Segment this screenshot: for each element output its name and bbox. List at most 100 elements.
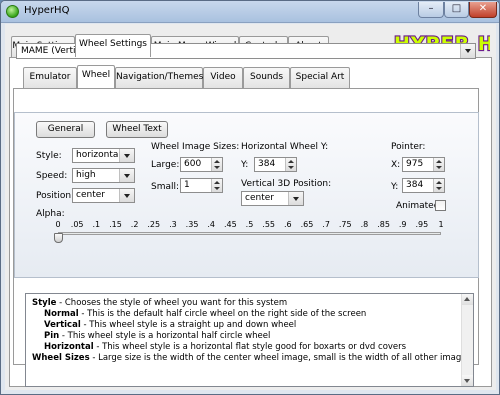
alpha-tick-label: .2 xyxy=(130,220,139,229)
speed-label: Speed: xyxy=(36,171,68,181)
close-button[interactable]: ✕ xyxy=(469,2,497,18)
pointer-y-stepper[interactable]: 384 xyxy=(402,178,445,193)
help-horizontal-desc: - This wheel style is a horizontal flat … xyxy=(93,342,407,352)
hyperhq-window: HyperHQ – □ ✕ Main Settings Wheel Settin… xyxy=(0,0,500,395)
tab-emulator[interactable]: Emulator xyxy=(23,67,77,88)
chevron-down-icon[interactable] xyxy=(119,189,134,202)
help-normal-desc: - This is the default half circle wheel … xyxy=(78,309,367,319)
small-size-value: 1 xyxy=(184,180,190,190)
alpha-tick-label: .15 xyxy=(109,220,122,229)
tab-wheel-settings[interactable]: Wheel Settings xyxy=(75,34,151,57)
alpha-tick-label: .65 xyxy=(300,220,314,229)
title-bar[interactable]: HyperHQ – □ ✕ xyxy=(1,1,499,23)
chevron-down-icon[interactable] xyxy=(460,44,475,58)
window-title: HyperHQ xyxy=(24,5,70,16)
stepper-arrows-icon[interactable] xyxy=(211,158,222,171)
help-pin-desc: - This wheel style is a horizontal half … xyxy=(59,331,271,341)
help-horizontal-title: Horizontal xyxy=(44,342,94,352)
pointer-y-label: Y: xyxy=(391,182,399,192)
position-label: Position: xyxy=(36,191,75,201)
tab-special-art[interactable]: Special Art xyxy=(290,67,350,88)
vertical-3d-position-select[interactable]: center xyxy=(241,191,304,206)
alpha-tick-label: .05 xyxy=(70,220,84,229)
animated-label: Animated xyxy=(396,201,440,211)
alpha-label: Alpha: xyxy=(36,209,65,219)
pointer-label: Pointer: xyxy=(391,142,426,152)
help-wheel-sizes-title: Wheel Sizes xyxy=(32,353,90,363)
pointer-y-value: 384 xyxy=(406,180,424,190)
stepper-arrows-icon[interactable] xyxy=(433,158,444,171)
alpha-tick-label: .3 xyxy=(169,220,177,229)
vertical-3d-position-label: Vertical 3D Position: xyxy=(241,179,332,189)
style-label: Style: xyxy=(36,151,62,161)
tab-navigation-themes[interactable]: Navigation/Themes xyxy=(115,67,203,88)
help-text-box: Style - Chooses the style of wheel you w… xyxy=(25,293,474,387)
scroll-down-icon[interactable] xyxy=(462,375,473,386)
help-line-wheel-sizes: Wheel Sizes - Large size is the width of… xyxy=(32,353,474,363)
help-line-normal: Normal - This is the default half circle… xyxy=(44,309,366,319)
alpha-slider-thumb[interactable] xyxy=(54,233,63,243)
chevron-down-icon[interactable] xyxy=(119,169,134,182)
horizontal-wheel-y-stepper[interactable]: 384 xyxy=(254,157,297,172)
position-select[interactable]: center xyxy=(72,188,135,203)
stepper-arrows-icon[interactable] xyxy=(285,158,296,171)
horizontal-wheel-y-label: Horizontal Wheel Y: xyxy=(241,142,329,152)
general-button[interactable]: General xyxy=(36,121,95,138)
alpha-tick-label: .45 xyxy=(223,220,237,229)
style-select-value: horizontal xyxy=(76,150,121,160)
scroll-up-icon[interactable] xyxy=(462,294,473,305)
help-normal-title: Normal xyxy=(44,309,79,319)
alpha-tick-label: .75 xyxy=(338,220,352,229)
help-line-vertical: Vertical - This wheel style is a straigh… xyxy=(44,320,296,330)
help-line-pin: Pin - This wheel style is a horizontal h… xyxy=(44,331,270,341)
stepper-arrows-icon[interactable] xyxy=(211,179,222,192)
help-style-desc: - Chooses the style of wheel you want fo… xyxy=(56,298,288,308)
horizontal-wheel-y-value: 384 xyxy=(258,159,276,169)
pointer-x-value: 975 xyxy=(406,159,424,169)
position-select-value: center xyxy=(76,190,105,200)
animated-checkbox[interactable] xyxy=(435,200,446,211)
alpha-tick-label: .95 xyxy=(415,220,429,229)
pointer-x-stepper[interactable]: 975 xyxy=(402,157,445,172)
help-wheel-sizes-desc: - Large size is the width of the center … xyxy=(89,353,474,363)
style-select[interactable]: horizontal xyxy=(72,148,135,163)
stepper-arrows-icon[interactable] xyxy=(433,179,444,192)
alpha-tick-label: .6 xyxy=(283,220,292,229)
alpha-tick-label: 1 xyxy=(438,220,444,229)
alpha-tick-label: .8 xyxy=(360,220,369,229)
tab-sounds[interactable]: Sounds xyxy=(243,67,290,88)
app-icon xyxy=(6,5,19,18)
alpha-tick-label: .1 xyxy=(92,220,101,229)
pointer-x-label: X: xyxy=(391,160,401,170)
wheel-image-sizes-label: Wheel Image Sizes: xyxy=(151,142,240,152)
help-style-title: Style xyxy=(32,298,57,308)
large-size-value: 600 xyxy=(184,159,202,169)
help-vertical-title: Vertical xyxy=(44,320,81,330)
alpha-tick-label: .5 xyxy=(245,220,254,229)
alpha-tick-label: .35 xyxy=(185,220,199,229)
wheel-text-button[interactable]: Wheel Text xyxy=(106,121,168,138)
help-vertical-desc: - This wheel style is a straight up and … xyxy=(80,320,297,330)
small-size-stepper[interactable]: 1 xyxy=(180,178,223,193)
help-pin-title: Pin xyxy=(44,331,60,341)
tab-wheel[interactable]: Wheel xyxy=(77,65,115,88)
vertical-3d-position-value: center xyxy=(245,193,274,203)
chevron-down-icon[interactable] xyxy=(119,149,134,162)
alpha-tick-label: .9 xyxy=(398,220,407,229)
alpha-tick-label: 0 xyxy=(55,220,61,229)
alpha-tick-label: .4 xyxy=(207,220,216,229)
help-line-horizontal: Horizontal - This wheel style is a horiz… xyxy=(44,342,406,352)
tab-video[interactable]: Video xyxy=(203,67,243,88)
alpha-tick-label: .25 xyxy=(147,220,161,229)
chevron-down-icon[interactable] xyxy=(288,192,303,205)
alpha-tick-label: .85 xyxy=(377,220,390,229)
large-size-stepper[interactable]: 600 xyxy=(180,157,223,172)
maximize-button[interactable]: □ xyxy=(444,2,469,18)
alpha-slider-track[interactable] xyxy=(58,232,441,235)
speed-select[interactable]: high xyxy=(72,168,135,183)
horizontal-wheel-y-axis-label: Y: xyxy=(241,160,249,170)
help-scrollbar[interactable] xyxy=(461,294,473,386)
minimize-button[interactable]: – xyxy=(418,2,444,18)
help-line-style: Style - Chooses the style of wheel you w… xyxy=(32,298,287,308)
alpha-tick-label: .55 xyxy=(262,220,276,229)
